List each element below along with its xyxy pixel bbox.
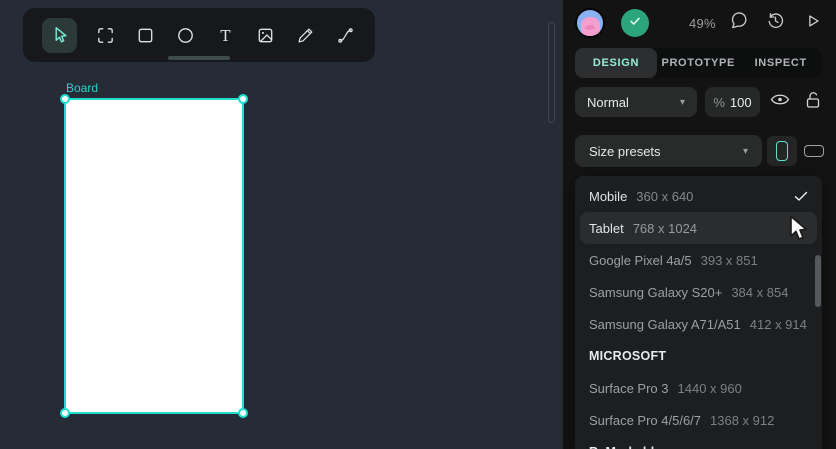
pencil-tool-button[interactable]	[293, 23, 317, 47]
chevron-down-icon: ▾	[742, 145, 748, 157]
toolbar-drag-handle[interactable]	[168, 56, 230, 60]
preset-section-microsoft: MICROSOFT	[589, 349, 667, 363]
orientation-landscape-button[interactable]	[799, 136, 829, 166]
curve-tool-button[interactable]	[333, 23, 357, 47]
image-tool-button[interactable]	[253, 23, 277, 47]
tab-prototype[interactable]: PROTOTYPE	[657, 48, 740, 78]
rectangle-tool-button[interactable]	[133, 23, 157, 47]
preset-item-galaxy-s20[interactable]: Samsung Galaxy S20+ 384 x 854	[580, 276, 817, 308]
percent-icon: %	[713, 94, 725, 110]
preset-section-remarkable: ReMarkable	[580, 436, 817, 449]
chevron-down-icon: ▾	[679, 96, 685, 108]
menu-scrollbar-thumb[interactable]	[815, 255, 821, 307]
text-tool-button[interactable]: T	[213, 23, 237, 47]
ellipse-icon	[175, 25, 196, 46]
tab-design[interactable]: DESIGN	[575, 48, 657, 78]
orientation-portrait-button[interactable]	[767, 136, 797, 166]
curve-icon	[335, 25, 356, 46]
ellipse-tool-button[interactable]	[173, 23, 197, 47]
resize-handle-bottom-left[interactable]	[60, 408, 70, 418]
design-sidebar: 49% DESIGN PROTOTYPE INSPECT Normal ▾ % …	[563, 0, 836, 449]
tab-inspect[interactable]: INSPECT	[740, 48, 823, 78]
pencil-icon	[295, 25, 316, 46]
canvas-workspace[interactable]: T Board	[0, 0, 563, 449]
history-icon	[766, 11, 785, 35]
visibility-toggle[interactable]	[768, 91, 792, 113]
preset-item-surface-pro-3[interactable]: Surface Pro 3 1440 x 960	[580, 372, 817, 404]
eye-icon	[770, 92, 790, 112]
preset-item-tablet[interactable]: Tablet 768 x 1024	[580, 212, 817, 244]
frame-icon	[95, 25, 116, 46]
landscape-icon	[804, 145, 824, 157]
zoom-level[interactable]: 49%	[689, 16, 716, 31]
sidebar-header: 49%	[575, 8, 824, 38]
history-button[interactable]	[764, 12, 786, 34]
app-window: T Board 49% DESIGN PROTOTYPE INSPECT Nor…	[0, 0, 836, 449]
tools-toolbar: T	[23, 8, 375, 62]
avatar[interactable]	[575, 8, 605, 38]
checkmark-icon	[794, 191, 808, 202]
blend-mode-select[interactable]: Normal ▾	[575, 87, 697, 117]
board-tool-button[interactable]	[93, 23, 117, 47]
comment-icon	[728, 11, 747, 35]
mouse-pointer-icon	[787, 215, 809, 242]
preset-item-mobile[interactable]: Mobile 360 x 640	[580, 180, 817, 212]
move-tool-button[interactable]	[42, 17, 77, 53]
rectangle-icon	[135, 25, 156, 46]
preset-item-galaxy-a71[interactable]: Samsung Galaxy A71/A51 412 x 914	[580, 308, 817, 340]
opacity-value: 100	[729, 94, 752, 110]
avatar-cheek	[585, 25, 595, 30]
resize-handle-top-left[interactable]	[60, 94, 70, 104]
opacity-input[interactable]: % 100	[705, 87, 760, 117]
size-presets-value: Size presets	[589, 143, 661, 159]
play-icon	[804, 12, 822, 35]
check-circle-icon	[628, 14, 642, 33]
board-artboard[interactable]	[60, 94, 248, 418]
comments-button[interactable]	[726, 12, 748, 34]
play-button[interactable]	[802, 12, 824, 34]
blend-mode-value: Normal	[587, 94, 629, 110]
resize-handle-bottom-right[interactable]	[238, 408, 248, 418]
svg-text:T: T	[220, 26, 231, 44]
cursor-icon	[50, 25, 70, 45]
unlock-icon	[804, 90, 822, 115]
size-presets-select[interactable]: Size presets ▾	[575, 135, 762, 167]
text-icon: T	[215, 25, 236, 46]
board-name-label[interactable]: Board	[66, 81, 98, 95]
panel-tabs: DESIGN PROTOTYPE INSPECT	[575, 48, 822, 78]
portrait-icon	[776, 141, 788, 161]
preset-item-surface-pro-4567[interactable]: Surface Pro 4/5/6/7 1368 x 912	[580, 404, 817, 436]
image-icon	[255, 25, 276, 46]
saved-status-button[interactable]	[621, 9, 649, 37]
canvas-vertical-scrollbar[interactable]	[548, 22, 555, 123]
resize-handle-top-right[interactable]	[238, 94, 248, 104]
lock-toggle[interactable]	[801, 90, 825, 114]
size-presets-menu: Mobile 360 x 640 Tablet 768 x 1024 Googl…	[575, 176, 822, 449]
preset-item-google-pixel[interactable]: Google Pixel 4a/5 393 x 851	[580, 244, 817, 276]
